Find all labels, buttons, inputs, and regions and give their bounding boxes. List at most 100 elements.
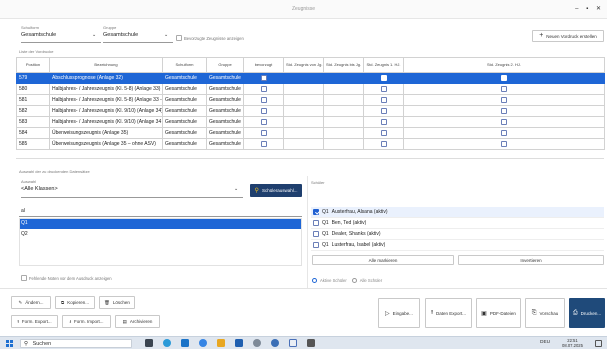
loeschen-button[interactable]: 🗑 Löschen [99,296,135,309]
table-cell[interactable] [283,127,324,139]
student-checkbox[interactable] [313,242,319,248]
notification-icon[interactable] [595,340,602,347]
store-icon[interactable] [235,339,243,347]
schulform-select[interactable]: Gesamtschule ⌄ [21,32,101,38]
gruppe-select[interactable]: Gesamtschule ⌄ [103,32,173,38]
tray-language[interactable]: DEU [540,340,550,345]
hj1-checkbox[interactable] [380,140,387,147]
table-cell[interactable] [323,94,364,106]
table-cell[interactable] [283,83,324,95]
file-explorer-icon[interactable] [217,339,225,347]
checkbox-cell[interactable] [403,127,605,139]
table-cell[interactable] [323,116,364,128]
hj1-checkbox[interactable] [380,96,387,103]
class-list-item[interactable]: Q1 [19,218,301,229]
table-cell[interactable] [283,72,324,84]
checkbox-cell[interactable] [363,138,404,150]
hj1-checkbox[interactable] [380,85,387,92]
bevorzugt-checkbox[interactable] [260,140,267,147]
table-cell[interactable]: Gesamtschule [206,83,244,95]
invertieren-button[interactable]: Invertieren [458,255,604,265]
hj2-checkbox[interactable] [501,107,507,114]
table-cell[interactable]: Gesamtschule [162,127,207,139]
table-cell[interactable]: 581 [16,94,50,106]
checkbox-cell[interactable] [363,116,404,128]
alle-radio[interactable] [351,278,357,283]
form-export-button[interactable]: ⭱ Form. Export... [11,315,58,328]
hj2-checkbox[interactable] [501,129,507,136]
column-header[interactable]: Std. Zeugnis bis Jg. [323,57,364,73]
student-checkbox[interactable] [313,209,319,215]
bevorzugt-checkbox[interactable] [260,129,267,136]
checkbox-cell[interactable] [403,116,605,128]
hj2-checkbox[interactable] [501,85,507,92]
table-row[interactable]: 579 Abschlussprognose (Anlage 32) Gesamtsc… [16,72,605,84]
table-row[interactable]: 582 Halbjahres- / Jahreszeugnis (Kl. 9/10… [16,105,605,117]
drucken-button[interactable]: ⎙ Drucken... [569,298,605,328]
browser-icon[interactable] [163,339,171,347]
table-cell[interactable] [283,105,324,117]
column-header[interactable]: Position [16,57,50,73]
schild-app-icon[interactable] [289,339,297,347]
table-cell[interactable] [323,138,364,150]
hj2-checkbox[interactable] [501,140,507,147]
table-cell[interactable]: Gesamtschule [162,116,207,128]
bevorzugt-checkbox[interactable] [260,85,267,92]
hj1-checkbox[interactable] [380,129,387,136]
table-cell[interactable]: Überweisungszeugnis (Anlage 35) [49,127,163,139]
table-cell[interactable]: Abschlussprognose (Anlage 32) [49,72,163,84]
checkbox-cell[interactable] [403,83,605,95]
maximize-button[interactable]: ▪ [586,6,588,12]
column-header[interactable]: Schulform [162,57,207,73]
pdf-dateien-button[interactable]: ▣ PDF-Dateien [476,298,521,328]
checkbox-cell[interactable] [363,83,404,95]
hj1-checkbox[interactable] [380,107,387,114]
column-header[interactable]: Std. Zeugnis von Jg. [283,57,324,73]
student-row[interactable]: Q1 Dealer, Shanks (aktiv) [311,229,604,240]
eingabe-button[interactable]: ▷ Eingabe... [378,298,420,328]
archivieren-button[interactable]: ▤ Archivieren [115,315,160,328]
aktive-radio[interactable] [312,278,317,283]
table-cell[interactable]: 583 [16,116,50,128]
vorschau-button[interactable]: ⎘ Vorschau [525,298,565,328]
checkbox-cell[interactable] [363,127,404,139]
hj1-checkbox[interactable] [380,74,387,81]
table-cell[interactable] [283,94,324,106]
form-import-button[interactable]: ⭳ Form. Import... [62,315,111,328]
hj2-checkbox[interactable] [501,118,507,125]
daten-export-button[interactable]: ⭱ Daten Export... [425,298,472,328]
mail-icon[interactable] [181,339,189,347]
schuelerauswahl-button[interactable]: ⚲ Schülerauswahl... [250,184,302,197]
fehlende-noten-toggle[interactable]: Fehlende Noten vor dem Ausdruck anzeigen [21,275,112,281]
table-cell[interactable] [323,105,364,117]
table-cell[interactable]: Gesamtschule [162,72,207,84]
table-row[interactable]: 580 Halbjahres- / Jahreszeugnis (Kl. 5-8)… [16,83,605,95]
student-checkbox[interactable] [313,231,319,237]
column-header[interactable]: bevorzugt [243,57,284,73]
checkbox-cell[interactable] [243,105,284,117]
bevorzugt-checkbox[interactable] [260,118,267,125]
table-cell[interactable]: 580 [16,83,50,95]
checkbox-cell[interactable] [403,105,605,117]
table-cell[interactable]: 582 [16,105,50,117]
aendern-button[interactable]: ✎ Ändern... [11,296,51,309]
table-row[interactable]: 584 Überweisungszeugnis (Anlage 35) Gesamt… [16,127,605,139]
table-row[interactable]: 583 Halbjahres- / Jahreszeugnis (Kl. 9/10… [16,116,605,128]
table-cell[interactable]: Überweisungszeugnis (Anlage 35 – ohne AS… [49,138,163,150]
student-row[interactable]: Q1 Lusterfrau, Isabel (aktiv) [311,240,604,251]
table-row[interactable]: 585 Überweisungszeugnis (Anlage 35 – ohne… [16,138,605,150]
alle-markieren-button[interactable]: Alle markieren [312,255,454,265]
kopieren-button[interactable]: ⧉ Kopieren... [55,296,95,309]
bevorzugt-checkbox[interactable] [260,107,267,114]
table-cell[interactable]: Gesamtschule [206,127,244,139]
bevorzugte-toggle[interactable]: Bevorzugte Zeugnisse anzeigen [176,35,244,41]
checkbox-cell[interactable] [243,83,284,95]
minimize-button[interactable]: – [575,6,578,12]
checkbox-cell[interactable] [363,94,404,106]
table-cell[interactable]: Gesamtschule [162,83,207,95]
bevorzugte-checkbox[interactable] [176,35,182,41]
table-cell[interactable]: Gesamtschule [206,138,244,150]
table-cell[interactable] [283,138,324,150]
checkbox-cell[interactable] [403,94,605,106]
student-row[interactable]: Q1 Ben, Ted (aktiv) [311,218,604,229]
